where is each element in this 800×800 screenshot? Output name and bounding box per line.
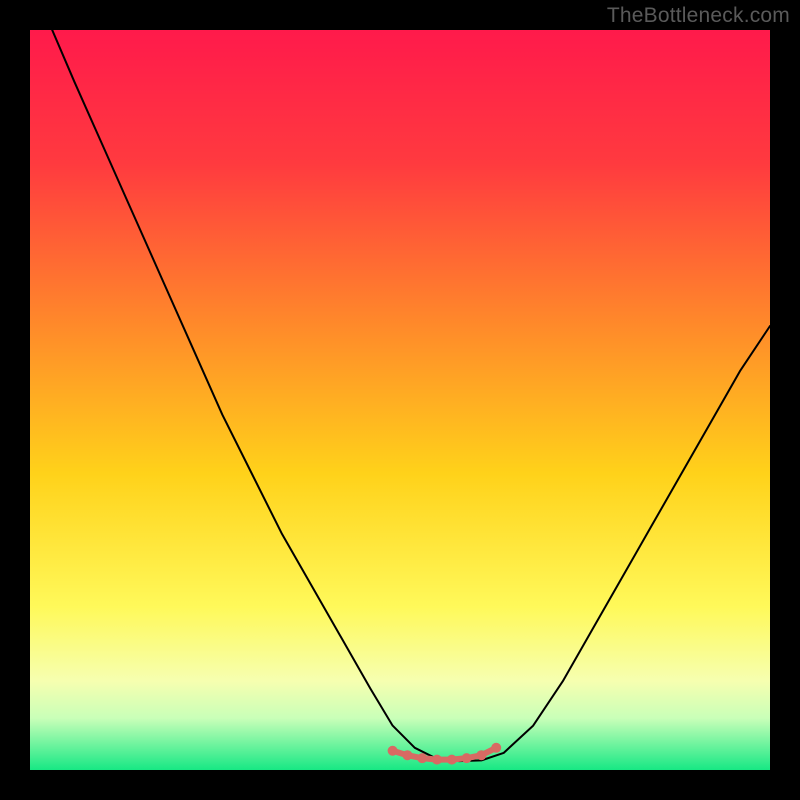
watermark-text: TheBottleneck.com bbox=[607, 4, 790, 28]
plot-area bbox=[30, 30, 770, 770]
chart-frame: TheBottleneck.com bbox=[0, 0, 800, 800]
gradient-background bbox=[30, 30, 770, 770]
chart-svg bbox=[30, 30, 770, 770]
